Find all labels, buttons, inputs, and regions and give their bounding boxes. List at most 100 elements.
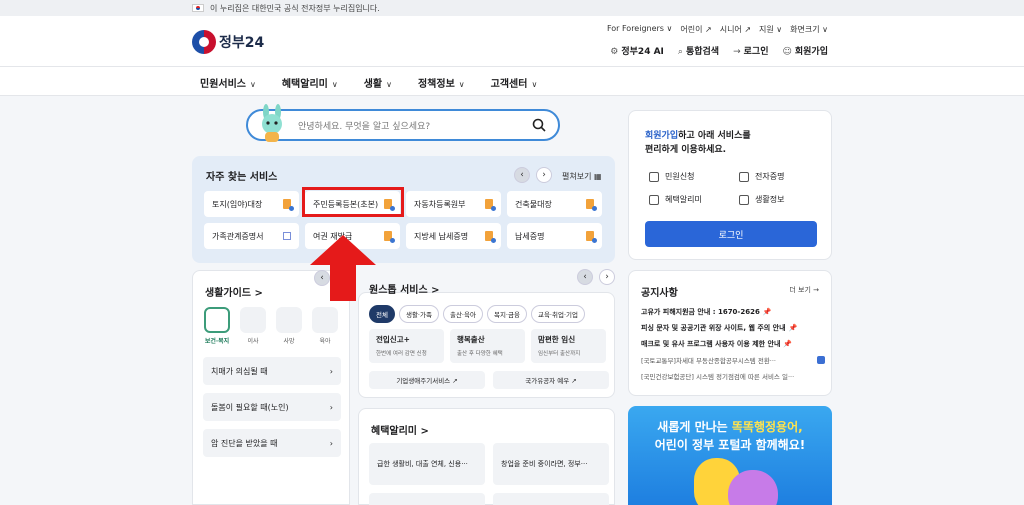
life-item-dementia[interactable]: 치매가 의심될 때 › xyxy=(203,357,341,385)
notice-item[interactable]: [국토교통부]차세대 부동산종합공부시스템 전환··· xyxy=(641,352,825,368)
util-foreigners[interactable]: For Foreigners ∨ xyxy=(607,24,672,35)
util-links: For Foreigners ∨ 어린이 ↗ 시니어 ↗ 지원 ∨ 화면크기 ∨ xyxy=(607,24,828,35)
onestop-tab-edu[interactable]: 교육·취업·기업 xyxy=(530,305,585,323)
search-button[interactable]: ⌕ 통합검색 xyxy=(678,44,719,57)
chevron-right-icon: › xyxy=(329,402,333,412)
life-cat-move[interactable]: 이사 xyxy=(239,307,267,345)
benefit-card-empty[interactable] xyxy=(369,493,485,505)
life-guide: 생활가이드 > 보건·복지 이사 사망 육아 치매가 의심될 때 › 돌봄이 필요… xyxy=(192,270,350,505)
pin-icon: 📌 xyxy=(762,308,772,316)
life-cat-childcare[interactable]: 육아 xyxy=(311,307,339,345)
onestop-title[interactable]: 원스톱 서비스 > xyxy=(369,281,440,296)
expand-button[interactable]: 펼쳐보기 ▦ xyxy=(562,171,602,182)
notice-more-link[interactable]: 더 보기 → xyxy=(789,285,819,295)
robot-icon: ⚙ xyxy=(610,47,619,57)
benefit-alert: 혜택알리미 > 급한 생활비, 대출 연체, 신용··· 창업을 준비 중이라면… xyxy=(358,408,615,505)
search-icon: ⌕ xyxy=(677,47,683,57)
gov-notice-text[interactable]: 이 누리집은 대한민국 공식 전자정부 누리집입니다. xyxy=(210,3,380,14)
chevron-down-icon: ∨ xyxy=(531,80,538,89)
service-local-tax-certificate[interactable]: 지방세 납세증명 xyxy=(406,223,501,249)
life-cat-health[interactable]: 보건·복지 xyxy=(203,307,231,345)
onestop-card-pregnancy[interactable]: 맘편한 임신 임신부터 출산까지 xyxy=(531,329,606,363)
login-feature-life: 생활정보 xyxy=(739,194,829,205)
notice-item[interactable]: 매크로 및 유사 프로그램 사용자 이용 제한 안내 📌 xyxy=(641,336,825,352)
util-screen-size[interactable]: 화면크기 ∨ xyxy=(790,24,828,35)
service-building-register[interactable]: 건축물대장 xyxy=(507,191,602,217)
search-input[interactable]: 안녕하세요. 무엇을 알고 싶으세요? xyxy=(246,109,560,141)
login-button[interactable]: 로그인 xyxy=(645,221,817,247)
search-icon[interactable] xyxy=(532,118,546,132)
pin-icon: 📌 xyxy=(788,324,798,332)
chevron-right-icon[interactable]: › xyxy=(536,167,552,183)
util-senior[interactable]: 시니어 ↗ xyxy=(720,24,751,35)
login-link[interactable]: → 로그인 xyxy=(733,44,768,57)
chevron-left-icon[interactable]: ‹ xyxy=(514,167,530,183)
service-family-certificate[interactable]: 가족관계증명서 xyxy=(204,223,299,249)
benefit-card-empty[interactable] xyxy=(493,493,609,505)
service-tax-certificate[interactable]: 납세증명 xyxy=(507,223,602,249)
ai-button[interactable]: ⚙ 정부24 AI xyxy=(610,44,664,57)
service-land-register[interactable]: 토지(임야)대장 xyxy=(204,191,299,217)
notice-panel: 공지사항 더 보기 → 고유가 피해지원금 안내 : 1670-2626 📌 피싱… xyxy=(628,270,832,396)
main-nav: 민원서비스 ∨ 혜택알리미 ∨ 생활 ∨ 정책정보 ∨ 고객센터 ∨ xyxy=(0,66,1024,96)
document-icon xyxy=(586,199,597,211)
service-car-registration[interactable]: 자동차등록원부 xyxy=(406,191,501,217)
highlight-box xyxy=(302,187,404,217)
onestop-card-move-in[interactable]: 전입신고+ 한번에 여러 감면 신청 xyxy=(369,329,444,363)
util-support[interactable]: 지원 ∨ xyxy=(759,24,782,35)
life-item-cancer[interactable]: 암 진단을 받았을 때 › xyxy=(203,429,341,457)
onestop-tab-birth[interactable]: 출산·육아 xyxy=(442,305,483,323)
promo-banner[interactable]: 새롭게 만나는 똑똑행정용어, 어린이 정부 포털과 함께해요! xyxy=(628,406,832,505)
mascot-icon xyxy=(262,104,282,142)
life-cat-death[interactable]: 사망 xyxy=(275,307,303,345)
util-kids[interactable]: 어린이 ↗ xyxy=(680,24,711,35)
nav-customer-center[interactable]: 고객센터 ∨ xyxy=(491,75,538,90)
mail-icon xyxy=(649,171,659,182)
chevron-right-icon: › xyxy=(329,366,333,376)
onestop-link-business[interactable]: 기업생애주기서비스 ↗ xyxy=(369,371,485,389)
life-guide-title[interactable]: 생활가이드 > xyxy=(205,284,263,299)
notice-item[interactable]: 고유가 피해지원금 안내 : 1670-2626 📌 xyxy=(641,304,825,320)
flag-icon xyxy=(192,4,204,12)
chevron-down-icon: ∨ xyxy=(458,80,465,89)
onestop-tab-all[interactable]: 전체 xyxy=(369,305,395,323)
login-prompt: 회원가입하고 아래 서비스를 편리하게 이용하세요. xyxy=(645,131,751,155)
notice-item[interactable]: 피싱 문자 및 공공기관 위장 사이트, 웹 주의 안내 📌 xyxy=(641,320,825,336)
onestop-link-veterans[interactable]: 국가유공자 예우 ↗ xyxy=(493,371,609,389)
login-icon: → xyxy=(733,47,741,57)
document-icon xyxy=(283,199,294,211)
header-actions: ⚙ 정부24 AI ⌕ 통합검색 → 로그인 ☺ 회원가입 xyxy=(610,44,828,57)
benefit-card-living[interactable]: 급한 생활비, 대출 연체, 신용··· xyxy=(369,443,485,485)
onestop-card-birth[interactable]: 행복출산 출산 후 다양한 혜택 xyxy=(450,329,525,363)
chevron-left-icon[interactable]: ‹ xyxy=(577,269,593,285)
benefit-title[interactable]: 혜택알리미 > xyxy=(371,422,429,437)
new-badge-icon xyxy=(817,356,825,364)
nav-policy[interactable]: 정책정보 ∨ xyxy=(418,75,465,90)
life-item-elder-care[interactable]: 돌봄이 필요할 때(노인) › xyxy=(203,393,341,421)
nav-civil-service[interactable]: 민원서비스 ∨ xyxy=(200,75,256,90)
info-icon xyxy=(739,194,749,205)
nav-benefit[interactable]: 혜택알리미 ∨ xyxy=(282,75,338,90)
benefit-card-startup[interactable]: 창업을 준비 중이라면, 정부··· xyxy=(493,443,609,485)
signup-link[interactable]: ☺ 회원가입 xyxy=(782,44,828,57)
document-icon xyxy=(586,231,597,243)
onestop-tab-welfare[interactable]: 복지·금융 xyxy=(486,305,527,323)
signup-inline-link[interactable]: 회원가입 xyxy=(645,131,678,141)
heart-icon xyxy=(204,307,230,333)
logo-text: 정부24 xyxy=(219,35,265,51)
chevron-down-icon: ∨ xyxy=(331,80,338,89)
certificate-icon xyxy=(739,171,749,182)
logo[interactable]: 정부24 xyxy=(192,30,264,54)
notice-title: 공지사항 xyxy=(641,288,678,299)
onestop-tab-life[interactable]: 생활·가족 xyxy=(398,305,439,323)
flower-icon xyxy=(276,307,302,333)
chevron-down-icon: ∨ xyxy=(386,80,392,89)
nav-life[interactable]: 생활 ∨ xyxy=(364,75,392,90)
user-add-icon: ☺ xyxy=(782,47,792,57)
external-link-icon xyxy=(283,232,291,240)
chevron-right-icon[interactable]: › xyxy=(599,269,615,285)
document-icon xyxy=(485,231,496,243)
notice-item[interactable]: [국민건강보험공단] 시스템 정기점검에 따른 서비스 일··· xyxy=(641,368,825,384)
onestop-services: 원스톱 서비스 > ‹ › 전체 생활·가족 출산·육아 복지·금융 교육·취업… xyxy=(358,269,615,398)
chevron-right-icon: › xyxy=(329,438,333,448)
